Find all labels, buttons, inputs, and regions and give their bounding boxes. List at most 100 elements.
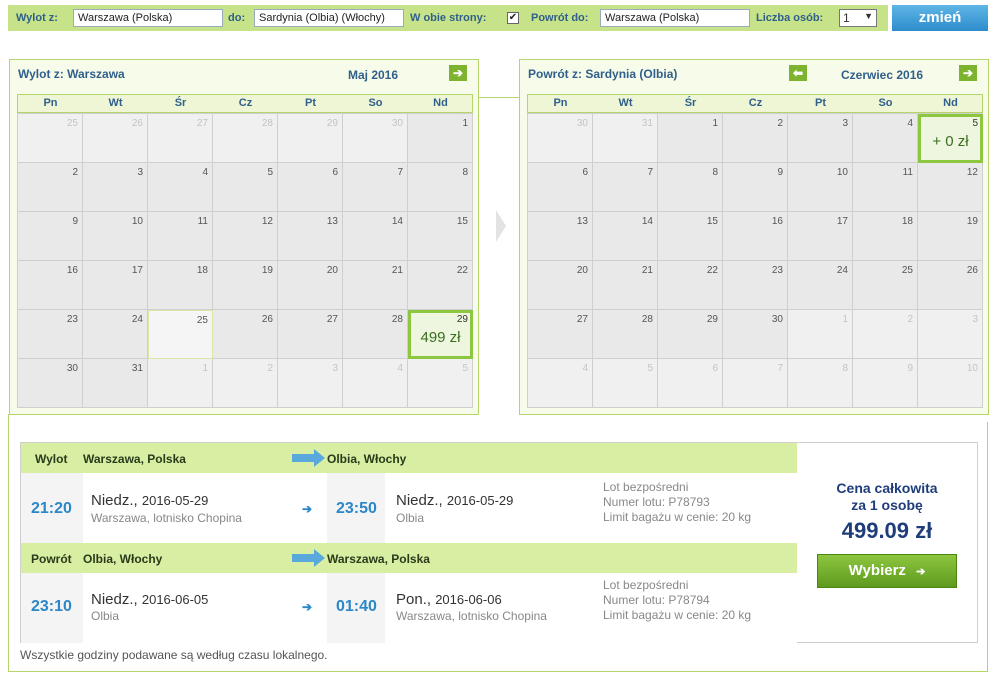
calendar-day[interactable]: 20: [278, 261, 343, 310]
calendar-day[interactable]: 19: [213, 261, 278, 310]
calendar-day[interactable]: 22: [408, 261, 473, 310]
calendar-day[interactable]: 10: [83, 212, 148, 261]
calendar-day[interactable]: 29: [658, 310, 723, 359]
calendar-day[interactable]: 11: [853, 163, 918, 212]
calendar-day[interactable]: 31: [83, 359, 148, 408]
calendar-day[interactable]: 19: [918, 212, 983, 261]
calendar-day[interactable]: 23: [18, 310, 83, 359]
return-label: Powrót do:: [531, 12, 589, 24]
return-days-grid: 30 31 1 2 3 4 5 + 0 zł 6 7 8 9 10 11 12 13 14 15 16 17 18 19 2…: [527, 113, 983, 408]
calendar-day[interactable]: 18: [853, 212, 918, 261]
select-button[interactable]: Wybierz ➔: [817, 554, 957, 588]
calendar-day[interactable]: 15: [408, 212, 473, 261]
calendar-day[interactable]: 3: [83, 163, 148, 212]
calendar-day[interactable]: 25: [853, 261, 918, 310]
calendar-day: 9: [853, 359, 918, 408]
day-number: 18: [196, 265, 208, 276]
calendar-day[interactable]: 30: [723, 310, 788, 359]
calendar-day[interactable]: 9: [723, 163, 788, 212]
day-number: 24: [131, 314, 143, 325]
day-number: 15: [456, 216, 468, 227]
persons-label: Liczba osób:: [756, 12, 824, 24]
prev-month-icon[interactable]: ⬅: [789, 65, 807, 81]
return-input[interactable]: Warszawa (Polska): [600, 9, 750, 27]
roundtrip-checkbox[interactable]: ✔: [507, 12, 519, 24]
calendar-day[interactable]: 5: [213, 163, 278, 212]
calendar-day[interactable]: 16: [723, 212, 788, 261]
calendar-day[interactable]: 6: [278, 163, 343, 212]
calendar-day[interactable]: 23: [723, 261, 788, 310]
calendar-day[interactable]: 7: [593, 163, 658, 212]
calendar-day[interactable]: 27: [528, 310, 593, 359]
calendar-day[interactable]: 20: [528, 261, 593, 310]
calendar-day[interactable]: 22: [658, 261, 723, 310]
day-number: 23: [66, 314, 78, 325]
calendar-day[interactable]: 2: [723, 114, 788, 163]
calendar-day[interactable]: 14: [343, 212, 408, 261]
calendar-day: 1: [788, 310, 853, 359]
calendar-day: 3: [278, 359, 343, 408]
calendar-day[interactable]: 1: [408, 114, 473, 163]
return-calendar: Powrót z: Sardynia (Olbia) ⬅ Czerwiec 20…: [519, 59, 989, 415]
calendar-day[interactable]: 7: [343, 163, 408, 212]
calendar-day-selected[interactable]: 5 + 0 zł: [918, 114, 983, 163]
return-flight-info: Lot bezpośredni Numer lotu: P78794 Limit…: [603, 578, 751, 623]
calendar-day[interactable]: 17: [788, 212, 853, 261]
calendar-day[interactable]: 6: [528, 163, 593, 212]
day-number: 6: [712, 363, 718, 374]
day-number: 17: [131, 265, 143, 276]
calendar-day[interactable]: 13: [278, 212, 343, 261]
calendar-day[interactable]: 10: [788, 163, 853, 212]
calendar-day[interactable]: 26: [918, 261, 983, 310]
from-input[interactable]: Warszawa (Polska): [73, 9, 223, 27]
calendar-day[interactable]: 12: [918, 163, 983, 212]
calendar-day[interactable]: 30: [18, 359, 83, 408]
price-box: Cena całkowita za 1 osobę 499.09 zł Wybi…: [797, 443, 977, 642]
outbound-calendar-header: Wylot z: Warszawa Maj 2016 ➔: [10, 60, 478, 92]
calendar-day[interactable]: 8: [658, 163, 723, 212]
calendar-day[interactable]: 27: [278, 310, 343, 359]
calendar-day[interactable]: 18: [148, 261, 213, 310]
weekday-header: Pn: [553, 97, 568, 109]
weekday-header: Nd: [433, 97, 448, 109]
calendar-day[interactable]: 4: [148, 163, 213, 212]
calendar-day[interactable]: 3: [788, 114, 853, 163]
calendar-day[interactable]: 15: [658, 212, 723, 261]
return-arr-date: Pon., 2016-06-06: [396, 591, 502, 608]
calendar-day[interactable]: 2: [18, 163, 83, 212]
calendar-day[interactable]: 21: [343, 261, 408, 310]
calendar-day[interactable]: 28: [593, 310, 658, 359]
next-month-icon[interactable]: ➔: [449, 65, 467, 81]
day-number: 15: [706, 216, 718, 227]
calendar-day: 1: [148, 359, 213, 408]
calendar-day[interactable]: 24: [788, 261, 853, 310]
calendar-day[interactable]: 17: [83, 261, 148, 310]
calendar-day: 31: [593, 114, 658, 163]
calendar-day[interactable]: 28: [343, 310, 408, 359]
day-number: 13: [326, 216, 338, 227]
calendar-day[interactable]: 8: [408, 163, 473, 212]
calendar-day: 5: [593, 359, 658, 408]
outbound-dep-place: Warszawa, lotnisko Chopina: [91, 511, 242, 525]
change-button[interactable]: zmień: [892, 5, 988, 31]
to-input[interactable]: Sardynia (Olbia) (Włochy): [254, 9, 404, 27]
persons-select[interactable]: 1 ▼: [839, 9, 877, 27]
calendar-day[interactable]: 26: [213, 310, 278, 359]
day-number: 19: [261, 265, 273, 276]
calendar-day[interactable]: 13: [528, 212, 593, 261]
outbound-segment-header: Wylot Warszawa, Polska Olbia, Włochy: [21, 443, 797, 473]
flight-results: Wylot Warszawa, Polska Olbia, Włochy 21:…: [20, 442, 978, 643]
calendar-day-selected[interactable]: 29 499 zł: [408, 310, 473, 359]
calendar-day[interactable]: 24: [83, 310, 148, 359]
calendar-day[interactable]: 25: [148, 310, 213, 359]
calendar-day[interactable]: 4: [853, 114, 918, 163]
calendar-day[interactable]: 9: [18, 212, 83, 261]
calendar-day[interactable]: 14: [593, 212, 658, 261]
calendar-day[interactable]: 12: [213, 212, 278, 261]
calendar-day[interactable]: 16: [18, 261, 83, 310]
calendar-day[interactable]: 21: [593, 261, 658, 310]
calendar-day[interactable]: 1: [658, 114, 723, 163]
calendar-day[interactable]: 11: [148, 212, 213, 261]
arrow-right-icon: ➔: [916, 566, 926, 578]
next-month-icon[interactable]: ➔: [959, 65, 977, 81]
